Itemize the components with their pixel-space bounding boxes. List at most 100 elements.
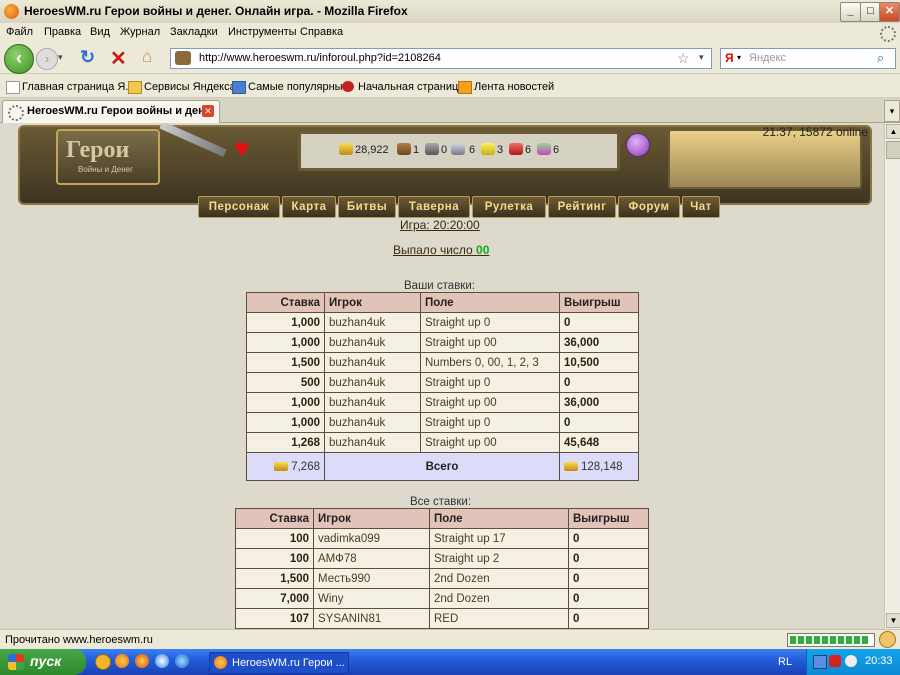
scroll-up-arrow-icon[interactable]: ▲ bbox=[886, 124, 900, 139]
player-cell: vadimka099 bbox=[313, 528, 430, 549]
firefox-start-icon bbox=[342, 81, 354, 92]
your-bets-table: Ставка Игрок Поле Выигрыш 1,000 buzhan4u… bbox=[246, 292, 639, 481]
bet-cell: 1,000 bbox=[246, 312, 325, 333]
game-time-link[interactable]: Игра: 20:20:00 bbox=[400, 218, 480, 232]
gold-icon bbox=[339, 143, 353, 155]
crystals-icon bbox=[509, 143, 523, 155]
scroll-thumb[interactable] bbox=[886, 141, 900, 159]
all-bets-table: Ставка Игрок Поле Выигрыш 100 vadimka099… bbox=[235, 508, 649, 629]
home-icon[interactable]: ⌂ bbox=[142, 47, 152, 67]
gold-icon bbox=[564, 461, 578, 471]
search-box[interactable]: Я ▾ Яндекс ⌕ bbox=[720, 48, 896, 69]
volume-icon[interactable] bbox=[845, 655, 857, 667]
menu-map[interactable]: Карта bbox=[282, 196, 336, 218]
bookmark-yandex-home[interactable]: Главная страница Я... bbox=[22, 81, 135, 93]
bookmark-most-visited[interactable]: Самые популярные bbox=[248, 81, 349, 93]
menu-forum[interactable]: Форум bbox=[618, 196, 680, 218]
minimize-button[interactable]: _ bbox=[840, 2, 861, 22]
menu-character[interactable]: Персонаж bbox=[198, 196, 280, 218]
tab-list-button[interactable]: ▾ bbox=[884, 100, 900, 122]
throbber-icon bbox=[880, 26, 896, 42]
network-icon[interactable] bbox=[813, 655, 827, 669]
field-cell: Straight up 00 bbox=[420, 332, 560, 353]
system-tray: 20:33 bbox=[806, 649, 900, 675]
menu-tools[interactable]: Инструменты bbox=[228, 26, 297, 38]
resource-wood: 1 bbox=[413, 144, 420, 156]
bookmark-news-feed[interactable]: Лента новостей bbox=[474, 81, 554, 93]
gold-icon bbox=[274, 461, 289, 471]
menu-chat[interactable]: Чат bbox=[682, 196, 720, 218]
quicklaunch-app-icon[interactable] bbox=[95, 654, 111, 670]
logo-subtitle: Войны и Денег bbox=[78, 165, 133, 174]
bookmark-star-icon[interactable]: ☆ bbox=[677, 50, 690, 67]
win-cell: 0 bbox=[559, 312, 639, 333]
table-row: 1,000 buzhan4uk Straight up 0 0 bbox=[246, 412, 639, 433]
menu-help[interactable]: Справка bbox=[300, 26, 343, 38]
search-input[interactable]: Яндекс bbox=[749, 52, 786, 64]
stop-icon[interactable]: ✕ bbox=[110, 46, 127, 71]
tab-heroeswm[interactable]: HeroesWM.ru Герои войны и ден... ✕ bbox=[2, 100, 220, 123]
window-title-bar: HeroesWM.ru Герои войны и денег. Онлайн … bbox=[0, 0, 900, 24]
field-cell: Straight up 0 bbox=[420, 412, 560, 433]
quicklaunch-firefox2-icon[interactable] bbox=[135, 654, 149, 668]
bet-cell: 1,500 bbox=[235, 568, 314, 589]
win-cell: 0 bbox=[559, 372, 639, 393]
win-cell: 0 bbox=[568, 528, 649, 549]
menu-view[interactable]: Вид bbox=[90, 26, 110, 38]
language-indicator[interactable]: RL bbox=[778, 656, 792, 668]
bet-cell: 107 bbox=[235, 608, 314, 629]
back-button[interactable]: ‹ bbox=[4, 44, 34, 74]
url-dropdown-icon[interactable]: ▾ bbox=[699, 52, 704, 63]
wood-icon bbox=[397, 143, 411, 155]
close-button[interactable]: ✕ bbox=[879, 2, 900, 22]
field-cell: Straight up 0 bbox=[420, 372, 560, 393]
table-row: 1,500 buzhan4uk Numbers 0, 00, 1, 2, 3 1… bbox=[246, 352, 639, 373]
server-time-online: 21:37, 15872 online bbox=[762, 125, 868, 139]
search-icon[interactable]: ⌕ bbox=[877, 50, 884, 66]
player-cell: buzhan4uk bbox=[324, 352, 421, 373]
quicklaunch-firefox-icon[interactable] bbox=[115, 654, 129, 668]
forward-button[interactable]: › bbox=[36, 48, 58, 70]
scroll-down-arrow-icon[interactable]: ▼ bbox=[886, 613, 900, 628]
total-win-cell: 128,148 bbox=[559, 452, 639, 481]
quicklaunch-messenger-icon[interactable] bbox=[155, 654, 169, 668]
gems-icon bbox=[537, 143, 551, 155]
history-dropdown-icon[interactable]: ▾ bbox=[58, 52, 63, 63]
menu-roulette[interactable]: Рулетка bbox=[472, 196, 546, 218]
reload-icon[interactable]: ↻ bbox=[80, 47, 95, 68]
bookmark-yandex-services[interactable]: Сервисы Яндекса bbox=[144, 81, 236, 93]
smiley-addon-icon[interactable] bbox=[879, 631, 896, 648]
maximize-button[interactable]: □ bbox=[860, 2, 881, 22]
menu-tavern[interactable]: Таверна bbox=[398, 196, 470, 218]
bet-cell: 1,000 bbox=[246, 412, 325, 433]
field-cell: RED bbox=[429, 608, 569, 629]
tab-close-icon[interactable]: ✕ bbox=[202, 105, 214, 117]
menu-edit[interactable]: Правка bbox=[44, 26, 81, 38]
bookmark-start-page[interactable]: Начальная страница bbox=[358, 81, 464, 93]
ore-icon bbox=[425, 143, 439, 155]
security-shield-icon[interactable] bbox=[829, 655, 841, 667]
address-bar[interactable]: http://www.heroeswm.ru/inforoul.php?id=2… bbox=[170, 48, 712, 69]
menu-history[interactable]: Журнал bbox=[120, 26, 160, 38]
vertical-scrollbar[interactable]: ▲ ▼ bbox=[884, 123, 900, 629]
sulfur-icon bbox=[481, 143, 495, 155]
yandex-engine-icon[interactable]: Я bbox=[725, 51, 734, 65]
start-button[interactable]: пуск bbox=[0, 649, 86, 675]
menu-bookmarks[interactable]: Закладки bbox=[170, 26, 218, 38]
table-row: 7,000 Winy 2nd Dozen 0 bbox=[235, 588, 649, 609]
table-row: 1,000 buzhan4uk Straight up 00 36,000 bbox=[246, 332, 639, 353]
table-row: 1,000 buzhan4uk Straight up 00 36,000 bbox=[246, 392, 639, 413]
clock: 20:33 bbox=[865, 655, 893, 667]
menu-file[interactable]: Файл bbox=[6, 26, 33, 38]
engine-dropdown-icon[interactable]: ▾ bbox=[737, 53, 741, 62]
menu-rating[interactable]: Рейтинг bbox=[548, 196, 616, 218]
menu-battles[interactable]: Битвы bbox=[338, 196, 396, 218]
total-bet: 7,268 bbox=[291, 460, 320, 473]
table-row: 1,000 buzhan4uk Straight up 0 0 bbox=[246, 312, 639, 333]
window-title: HeroesWM.ru Герои войны и денег. Онлайн … bbox=[24, 4, 408, 18]
player-cell: buzhan4uk bbox=[324, 312, 421, 333]
taskbar-item-firefox[interactable]: HeroesWM.ru Герои ... bbox=[209, 652, 349, 674]
win-cell: 0 bbox=[568, 548, 649, 569]
win-cell: 0 bbox=[568, 608, 649, 629]
quicklaunch-ie-icon[interactable] bbox=[175, 654, 189, 668]
